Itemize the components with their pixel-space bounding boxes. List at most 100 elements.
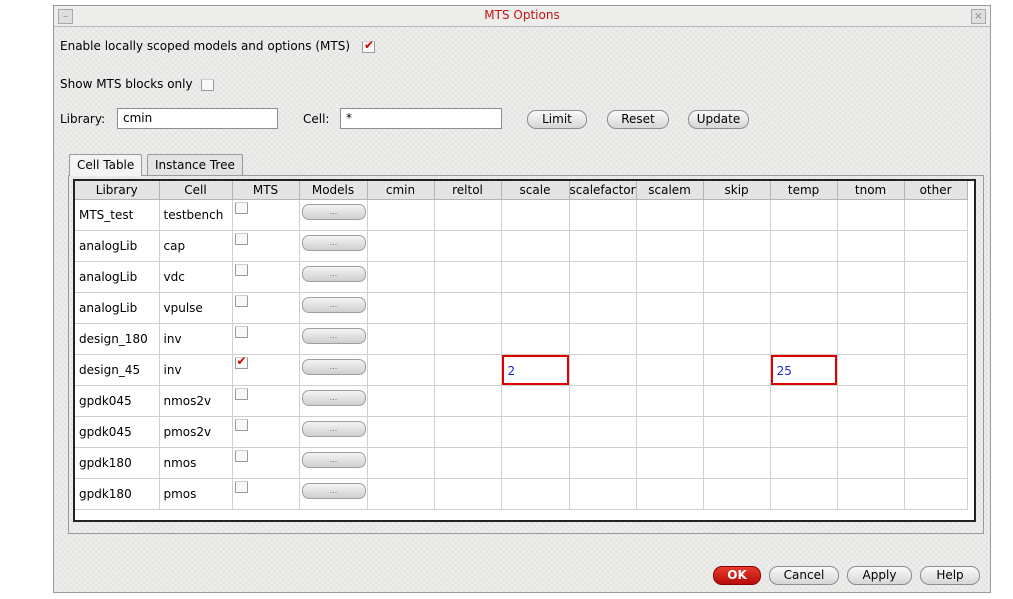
scale-cell[interactable] bbox=[501, 416, 570, 448]
library-filter-input[interactable]: cmin bbox=[117, 108, 278, 129]
update-button[interactable]: Update bbox=[688, 110, 749, 129]
other-cell[interactable] bbox=[904, 199, 968, 231]
models-button[interactable]: ... bbox=[301, 483, 366, 499]
scalefactor-cell[interactable] bbox=[569, 292, 637, 324]
cmin-cell[interactable] bbox=[367, 199, 435, 231]
scalefactor-cell[interactable] bbox=[569, 447, 637, 479]
column-header-tnom[interactable]: tnom bbox=[837, 181, 905, 200]
cell-name-cell[interactable]: pmos bbox=[159, 478, 233, 510]
tnom-cell[interactable] bbox=[837, 478, 905, 510]
other-cell[interactable] bbox=[904, 478, 968, 510]
scalem-cell[interactable] bbox=[636, 354, 704, 386]
other-cell[interactable] bbox=[904, 323, 968, 355]
table-row[interactable]: gpdk045 nmos2v... bbox=[75, 385, 968, 417]
skip-cell[interactable] bbox=[703, 230, 771, 262]
table-row[interactable]: gpdk045 pmos2v... bbox=[75, 416, 968, 448]
tnom-cell[interactable] bbox=[837, 261, 905, 293]
scalefactor-cell[interactable] bbox=[569, 416, 637, 448]
column-header-reltol[interactable]: reltol bbox=[434, 181, 502, 200]
scalem-cell[interactable] bbox=[636, 447, 704, 479]
models-button[interactable]: ... bbox=[301, 359, 366, 375]
column-header-scalem[interactable]: scalem bbox=[636, 181, 704, 200]
tab-cell-table[interactable]: Cell Table bbox=[69, 154, 143, 176]
other-cell[interactable] bbox=[904, 354, 968, 386]
cmin-cell[interactable] bbox=[367, 292, 435, 324]
column-header-library[interactable]: Library bbox=[75, 181, 160, 200]
cell-filter-input[interactable]: * bbox=[340, 108, 502, 129]
library-cell[interactable]: design_45 bbox=[75, 354, 160, 386]
table-row[interactable]: MTS_test testbench... bbox=[75, 199, 968, 231]
scalem-cell[interactable] bbox=[636, 230, 704, 262]
limit-button[interactable]: Limit bbox=[527, 110, 587, 129]
temp-cell[interactable] bbox=[770, 292, 838, 324]
scale-value[interactable]: 2 bbox=[501, 355, 568, 385]
cell-name-cell[interactable]: inv bbox=[159, 323, 233, 355]
models-button[interactable]: ... bbox=[301, 452, 366, 468]
mts-checkbox[interactable] bbox=[234, 450, 248, 462]
mts-checkbox[interactable] bbox=[234, 355, 248, 369]
scalefactor-cell[interactable] bbox=[569, 354, 637, 386]
scale-cell[interactable] bbox=[501, 447, 570, 479]
library-cell[interactable]: MTS_test bbox=[75, 199, 160, 231]
table-row[interactable]: analogLib vdc... bbox=[75, 261, 968, 293]
reset-button[interactable]: Reset bbox=[607, 110, 669, 129]
ok-button[interactable]: OK bbox=[713, 566, 761, 585]
other-cell[interactable] bbox=[904, 230, 968, 262]
models-button[interactable]: ... bbox=[301, 328, 366, 344]
mts-cell[interactable] bbox=[232, 354, 300, 386]
enable-mts-checkbox[interactable] bbox=[362, 38, 375, 53]
tnom-cell[interactable] bbox=[837, 199, 905, 231]
mts-checkbox[interactable] bbox=[234, 326, 248, 338]
scale-cell[interactable] bbox=[501, 292, 570, 324]
temp-cell[interactable] bbox=[770, 199, 838, 231]
library-cell[interactable]: gpdk180 bbox=[75, 447, 160, 479]
reltol-cell[interactable] bbox=[434, 354, 502, 386]
scalem-cell[interactable] bbox=[636, 199, 704, 231]
table-row[interactable]: design_45inv... 2 25 bbox=[75, 354, 968, 386]
tnom-cell[interactable] bbox=[837, 354, 905, 386]
cell-name-cell[interactable]: inv bbox=[159, 354, 233, 386]
close-icon[interactable]: × bbox=[971, 9, 986, 24]
models-cell[interactable]: ... bbox=[299, 385, 368, 417]
models-cell[interactable]: ... bbox=[299, 416, 368, 448]
apply-button[interactable]: Apply bbox=[847, 566, 912, 585]
scalem-cell[interactable] bbox=[636, 385, 704, 417]
reltol-cell[interactable] bbox=[434, 323, 502, 355]
reltol-cell[interactable] bbox=[434, 199, 502, 231]
library-cell[interactable]: gpdk045 bbox=[75, 385, 160, 417]
temp-cell[interactable] bbox=[770, 447, 838, 479]
models-button[interactable]: ... bbox=[301, 235, 366, 251]
models-button[interactable]: ... bbox=[301, 390, 366, 406]
models-button[interactable]: ... bbox=[301, 204, 366, 220]
scale-cell[interactable] bbox=[501, 323, 570, 355]
mts-cell[interactable] bbox=[232, 199, 300, 231]
skip-cell[interactable] bbox=[703, 354, 771, 386]
mts-checkbox[interactable] bbox=[234, 233, 248, 245]
skip-cell[interactable] bbox=[703, 385, 771, 417]
temp-cell[interactable] bbox=[770, 323, 838, 355]
models-cell[interactable]: ... bbox=[299, 261, 368, 293]
scalefactor-cell[interactable] bbox=[569, 199, 637, 231]
scalefactor-cell[interactable] bbox=[569, 230, 637, 262]
models-button[interactable]: ... bbox=[301, 266, 366, 282]
skip-cell[interactable] bbox=[703, 199, 771, 231]
cell-name-cell[interactable]: pmos2v bbox=[159, 416, 233, 448]
scale-cell[interactable] bbox=[501, 478, 570, 510]
models-cell[interactable]: ... bbox=[299, 292, 368, 324]
scale-cell[interactable]: 2 bbox=[501, 354, 570, 386]
show-mts-blocks-checkbox[interactable] bbox=[201, 79, 214, 91]
cmin-cell[interactable] bbox=[367, 416, 435, 448]
scalem-cell[interactable] bbox=[636, 323, 704, 355]
library-cell[interactable]: analogLib bbox=[75, 230, 160, 262]
skip-cell[interactable] bbox=[703, 292, 771, 324]
cmin-cell[interactable] bbox=[367, 385, 435, 417]
cmin-cell[interactable] bbox=[367, 230, 435, 262]
cell-name-cell[interactable]: vpulse bbox=[159, 292, 233, 324]
cancel-button[interactable]: Cancel bbox=[769, 566, 839, 585]
tnom-cell[interactable] bbox=[837, 416, 905, 448]
skip-cell[interactable] bbox=[703, 447, 771, 479]
column-header-mts[interactable]: MTS bbox=[232, 181, 300, 200]
scalem-cell[interactable] bbox=[636, 292, 704, 324]
models-cell[interactable]: ... bbox=[299, 230, 368, 262]
mts-cell[interactable] bbox=[232, 323, 300, 355]
